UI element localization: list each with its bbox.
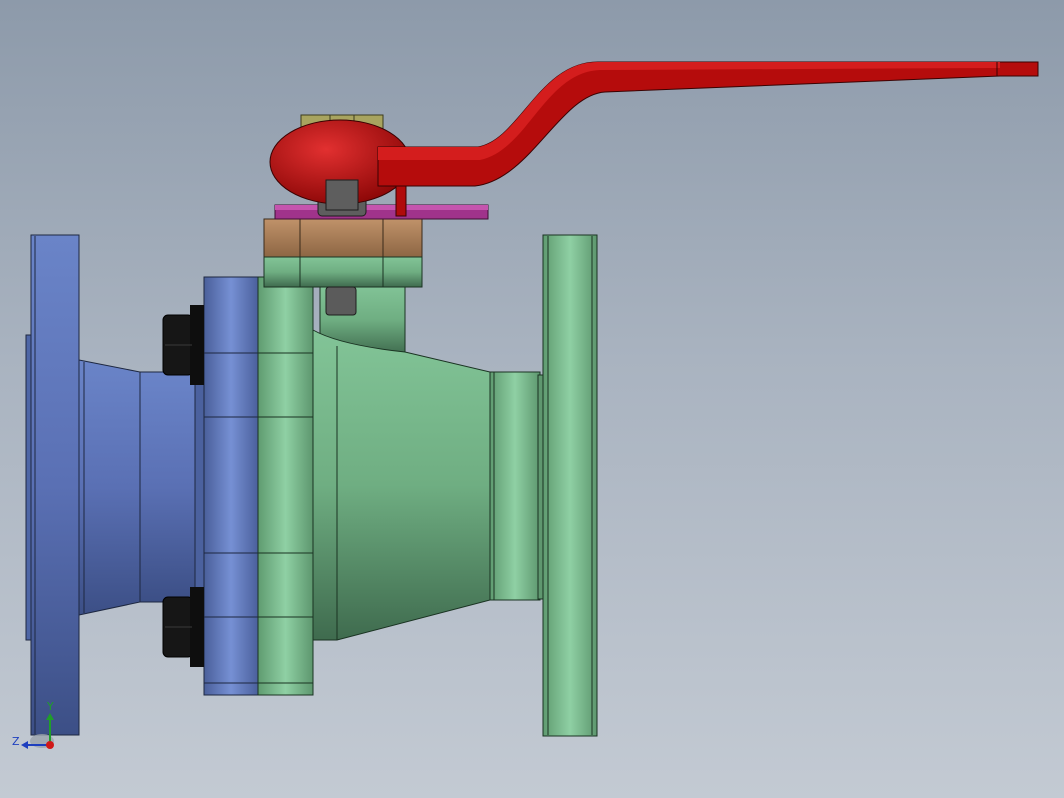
right-flange[interactable]: [537, 234, 598, 737]
z-axis-label: Z: [12, 735, 20, 748]
left-flange[interactable]: [25, 234, 259, 736]
stop-plate[interactable]: [274, 204, 489, 220]
y-axis-label: Y: [47, 700, 54, 713]
graphics-viewport[interactable]: Y Z: [0, 0, 1064, 798]
valve-body[interactable]: [257, 276, 541, 696]
valve-model[interactable]: [0, 0, 1064, 798]
lever-handle[interactable]: [269, 61, 1039, 217]
